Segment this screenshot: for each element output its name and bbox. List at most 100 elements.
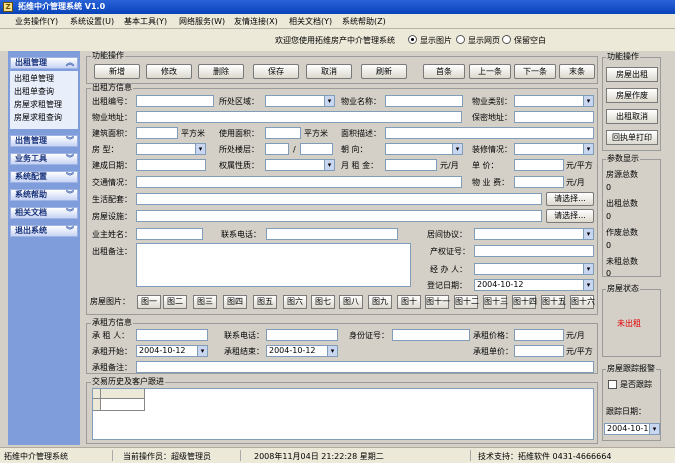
handler-select[interactable]: [474, 263, 594, 275]
area-select[interactable]: [265, 95, 335, 107]
status-support: 技术支持：拓维软件 0431-4666664: [478, 452, 612, 461]
unit-price-input[interactable]: [514, 159, 564, 171]
sidebar-group-help[interactable]: 系统帮助 ︾: [10, 189, 78, 201]
photo-button-10[interactable]: 图十: [397, 295, 421, 309]
next-record-button[interactable]: 下一条: [514, 64, 556, 79]
orientation-select[interactable]: [385, 143, 463, 155]
menu-help[interactable]: 系统帮助(Z): [342, 16, 386, 27]
handler-label: 经 办 人：: [430, 265, 468, 274]
prev-record-button[interactable]: 上一条: [469, 64, 511, 79]
grid-cell[interactable]: [101, 399, 145, 411]
followup-date-picker[interactable]: 2004-10-12: [604, 423, 660, 435]
rent-notes-textarea[interactable]: [136, 243, 411, 287]
print-receipt-button[interactable]: 回执单打印: [606, 130, 658, 145]
menu-docs[interactable]: 相关文档(Y): [289, 16, 332, 27]
lessee-notes-input[interactable]: [136, 361, 594, 373]
radio-show-web[interactable]: [456, 35, 465, 44]
photo-button-4[interactable]: 图四: [223, 295, 247, 309]
photo-button-14[interactable]: 图十四: [512, 295, 537, 309]
sidebar-group-sale[interactable]: 出售管理 ︾: [10, 135, 78, 147]
use-area-input[interactable]: [265, 127, 301, 139]
tenant-input[interactable]: [136, 329, 208, 341]
cancel-button[interactable]: 取消: [306, 64, 352, 79]
photo-button-11[interactable]: 图十一: [425, 295, 450, 309]
refresh-button[interactable]: 刷新: [361, 64, 407, 79]
first-record-button[interactable]: 首条: [423, 64, 465, 79]
area-desc-input[interactable]: [385, 127, 594, 139]
menu-network[interactable]: 网络服务(W): [179, 16, 225, 27]
property-fee-input[interactable]: [514, 176, 564, 188]
property-name-input[interactable]: [385, 95, 463, 107]
rent-unit-price-input[interactable]: [514, 345, 564, 357]
facilities-living-choose-button[interactable]: 请选择...: [546, 192, 594, 206]
monthly-rent-input[interactable]: [385, 159, 437, 171]
photo-button-1[interactable]: 图一: [137, 295, 161, 309]
right-ops-legend: 功能操作: [606, 52, 640, 61]
sidebar-item-seek-query[interactable]: 房屋求租查询: [14, 112, 62, 123]
menu-tools[interactable]: 基本工具(Y): [124, 16, 167, 27]
sidebar-item-rent-query[interactable]: 出租单查询: [14, 86, 54, 97]
total-floor-input[interactable]: [300, 143, 333, 155]
rent-out-button[interactable]: 房屋出租: [606, 67, 658, 82]
facilities-house-choose-button[interactable]: 请选择...: [546, 209, 594, 223]
menu-links[interactable]: 友情连接(X): [234, 16, 278, 27]
delete-button[interactable]: 删除: [198, 64, 244, 79]
layout-select[interactable]: [136, 143, 206, 155]
contact-phone-input[interactable]: [266, 228, 398, 240]
photo-button-13[interactable]: 图十三: [483, 295, 508, 309]
history-legend: 交易历史及客户跟进: [91, 377, 165, 386]
rent-end-picker[interactable]: 2004-10-12: [266, 345, 338, 357]
menu-business[interactable]: 业务操作(Y): [15, 16, 58, 27]
rent-price-input[interactable]: [514, 329, 564, 341]
radio-keep-blank[interactable]: [502, 35, 511, 44]
security-address-input[interactable]: [514, 111, 594, 123]
menu-settings[interactable]: 系统设置(U): [70, 16, 114, 27]
photo-button-5[interactable]: 图五: [253, 295, 277, 309]
sidebar-group-exit[interactable]: 退出系统 ︾: [10, 225, 78, 237]
build-area-input[interactable]: [136, 127, 178, 139]
add-button[interactable]: 新增: [94, 64, 140, 79]
property-type-select[interactable]: [514, 95, 594, 107]
decoration-select[interactable]: [514, 143, 594, 155]
sidebar-group-rent[interactable]: 出租管理 ︽: [10, 57, 78, 69]
photo-button-2[interactable]: 图二: [163, 295, 187, 309]
photo-button-8[interactable]: 图八: [339, 295, 363, 309]
agreement-select[interactable]: [474, 228, 594, 240]
tenant-phone-input[interactable]: [266, 329, 338, 341]
status-bar: 拓维中介管理系统 当前操作员：超级管理员 2008年11月04日 21:22:2…: [0, 447, 675, 463]
sidebar-item-seek-manage[interactable]: 房屋求租管理: [14, 99, 62, 110]
photo-button-12[interactable]: 图十二: [454, 295, 479, 309]
photo-button-9[interactable]: 图九: [368, 295, 392, 309]
tenant-id-input[interactable]: [392, 329, 470, 341]
sidebar-group-tools[interactable]: 业务工具 ︾: [10, 153, 78, 165]
build-date-input[interactable]: [136, 159, 206, 171]
deed-no-input[interactable]: [474, 245, 594, 257]
followup-checkbox[interactable]: [608, 380, 617, 389]
sidebar-group-docs[interactable]: 相关文档 ︾: [10, 207, 78, 219]
sidebar-item-rent-manage[interactable]: 出租单管理: [14, 73, 54, 84]
photo-button-7[interactable]: 图七: [311, 295, 335, 309]
photo-button-15[interactable]: 图十五: [541, 295, 566, 309]
facilities-house-input[interactable]: [136, 210, 542, 222]
cancel-rent-button[interactable]: 出租取消: [606, 109, 658, 124]
floor-slash: /: [293, 145, 296, 154]
void-house-button[interactable]: 房屋作废: [606, 88, 658, 103]
history-grid[interactable]: [92, 388, 594, 440]
rent-no-input[interactable]: [136, 95, 214, 107]
save-button[interactable]: 保存: [253, 64, 299, 79]
reg-date-picker[interactable]: 2004-10-12: [474, 279, 594, 291]
rent-start-picker[interactable]: 2004-10-12: [136, 345, 208, 357]
facilities-living-input[interactable]: [136, 193, 542, 205]
transport-input[interactable]: [136, 176, 462, 188]
owner-name-input[interactable]: [136, 228, 203, 240]
address-input[interactable]: [136, 111, 462, 123]
sidebar-group-config[interactable]: 系统配置 ︾: [10, 171, 78, 183]
photo-button-6[interactable]: 图六: [283, 295, 307, 309]
photo-button-16[interactable]: 图十六: [570, 295, 595, 309]
photo-button-3[interactable]: 图三: [193, 295, 217, 309]
edit-button[interactable]: 修改: [146, 64, 192, 79]
floor-input[interactable]: [265, 143, 289, 155]
ownership-select[interactable]: [265, 159, 335, 171]
radio-show-image[interactable]: [408, 35, 417, 44]
last-record-button[interactable]: 末条: [559, 64, 595, 79]
